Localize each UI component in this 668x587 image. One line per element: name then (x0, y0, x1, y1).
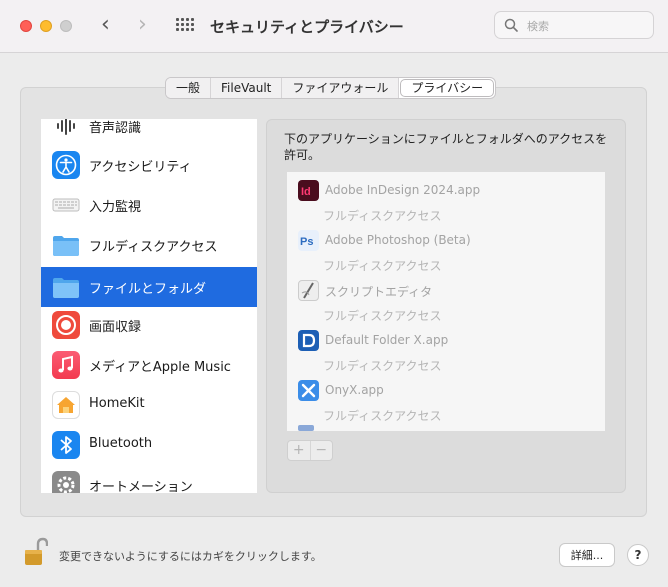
tab-bar: 一般 FileVault ファイアウォール プライバシー (165, 77, 497, 99)
app-name: Adobe Photoshop (Beta) (325, 233, 471, 247)
onyx-icon (298, 380, 319, 401)
privacy-category-list[interactable]: 音声認識 アクセシビリティ 入力監視 フルディスクアクセス ファイルとフォルダ … (41, 119, 257, 493)
category-homekit[interactable]: HomeKit (41, 385, 257, 425)
app-permission: フルディスクアクセス (323, 259, 442, 273)
category-label: HomeKit (89, 396, 145, 411)
music-icon (52, 351, 80, 379)
folder-icon (52, 231, 80, 259)
folder-icon (52, 273, 80, 301)
category-files-and-folders[interactable]: ファイルとフォルダ (41, 267, 257, 307)
app-row[interactable]: Ps Adobe Photoshop (Beta) フルディスクアクセス (287, 225, 605, 275)
app-list[interactable]: Id Adobe InDesign 2024.app フルディスクアクセス Ps… (287, 172, 605, 431)
screen-record-icon (52, 311, 80, 339)
category-full-disk-access[interactable]: フルディスクアクセス (41, 225, 257, 265)
tab-general[interactable]: 一般 (166, 78, 212, 98)
search-input[interactable] (525, 16, 649, 36)
category-media-apple-music[interactable]: メディアとApple Music (41, 345, 257, 385)
app-name: OnyX.app (325, 383, 384, 397)
category-automation[interactable]: オートメーション (41, 465, 257, 493)
add-remove-control: + − (287, 440, 333, 461)
add-app-button[interactable]: + (288, 441, 311, 460)
minimize-button[interactable] (40, 20, 52, 32)
help-button[interactable]: ? (627, 544, 649, 566)
search-field[interactable] (494, 11, 654, 39)
close-button[interactable] (20, 20, 32, 32)
gear-icon (52, 471, 80, 493)
category-label: Bluetooth (89, 436, 153, 451)
app-permission: フルディスクアクセス (323, 409, 442, 423)
app-permission: フルディスクアクセス (323, 209, 442, 223)
app-permission: フルディスクアクセス (323, 309, 442, 323)
category-label: オートメーション (89, 480, 193, 493)
title-bar: ‹ › セキュリティとプライバシー (0, 0, 668, 53)
category-label: 画面収録 (89, 320, 142, 335)
category-label: 音声認識 (89, 121, 142, 136)
zoom-button[interactable] (60, 20, 72, 32)
app-permission: フルディスクアクセス (323, 359, 442, 373)
home-icon (52, 391, 80, 419)
tab-privacy[interactable]: プライバシー (400, 79, 495, 97)
category-screen-recording[interactable]: 画面収録 (41, 305, 257, 345)
photoshop-icon: Ps (298, 230, 319, 251)
remove-app-button[interactable]: − (311, 441, 333, 460)
show-all-grid-icon[interactable] (176, 18, 194, 34)
bluetooth-icon (52, 431, 80, 459)
waveform-icon (52, 119, 80, 140)
app-name: スクリプトエディタ (325, 285, 433, 299)
category-label: メディアとApple Music (89, 360, 231, 375)
details-button[interactable]: 詳細... (559, 543, 615, 567)
category-speech-recognition[interactable]: 音声認識 (41, 119, 257, 146)
app-row[interactable]: Default Folder X.app フルディスクアクセス (287, 325, 605, 375)
app-row[interactable]: OnyX.app フルディスクアクセス (287, 375, 605, 425)
svg-text:Ps: Ps (300, 236, 313, 248)
category-accessibility[interactable]: アクセシビリティ (41, 145, 257, 185)
keyboard-icon (52, 191, 80, 219)
back-button[interactable]: ‹ (101, 13, 110, 37)
search-icon (504, 18, 518, 32)
lock-hint-text: 変更できないようにするにはカギをクリックします。 (59, 550, 322, 563)
category-bluetooth[interactable]: Bluetooth (41, 425, 257, 465)
lock-icon[interactable] (24, 537, 49, 567)
app-icon-partial (298, 425, 314, 431)
category-label: 入力監視 (89, 200, 142, 215)
detail-description: 下のアプリケーションにファイルとフォルダへのアクセスを許可。 (284, 132, 608, 162)
indesign-icon: Id (298, 180, 319, 201)
default-folder-icon (298, 330, 319, 351)
forward-button[interactable]: › (138, 13, 147, 37)
category-label: アクセシビリティ (89, 160, 192, 175)
category-input-monitoring[interactable]: 入力監視 (41, 185, 257, 225)
tab-firewall[interactable]: ファイアウォール (282, 78, 400, 98)
app-name: Adobe InDesign 2024.app (325, 183, 481, 197)
app-row[interactable]: Id Adobe InDesign 2024.app フルディスクアクセス (287, 175, 605, 225)
window-title: セキュリティとプライバシー (210, 18, 404, 36)
category-label: フルディスクアクセス (89, 240, 218, 255)
script-editor-icon (298, 280, 319, 301)
tab-filevault[interactable]: FileVault (211, 78, 283, 98)
accessibility-icon (52, 151, 80, 179)
category-label: ファイルとフォルダ (89, 282, 207, 297)
svg-text:Id: Id (301, 186, 311, 198)
app-row[interactable]: スクリプトエディタ フルディスクアクセス (287, 275, 605, 325)
app-name: Default Folder X.app (325, 333, 449, 347)
